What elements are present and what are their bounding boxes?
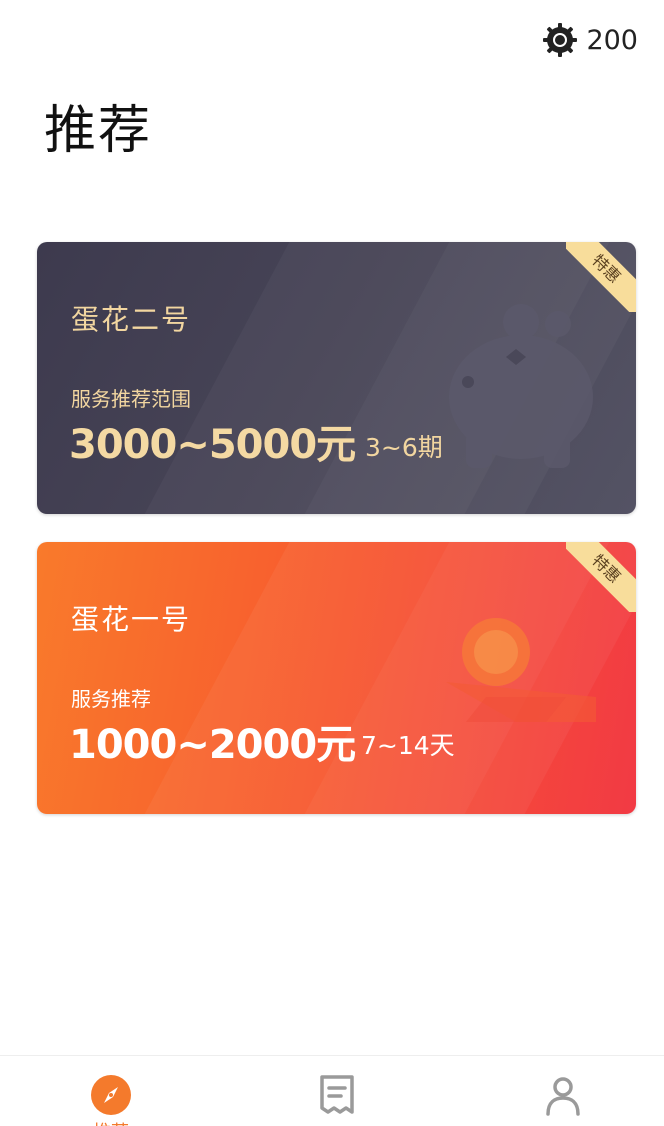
card-product-name: 蛋花二号 <box>71 303 192 336</box>
card-term: 3~6期 <box>365 433 443 462</box>
card-amount: 3000~5000元 <box>69 422 356 468</box>
card-subtitle: 服务推荐范围 <box>71 387 191 411</box>
discount-ribbon: 特惠 <box>566 542 636 612</box>
card-subtitle: 服务推荐 <box>71 687 151 711</box>
bottom-nav: 推荐 <box>0 1055 664 1126</box>
coin-count: 200 <box>586 24 638 56</box>
discount-badge: 特惠 <box>566 242 636 312</box>
user-icon <box>546 1077 580 1116</box>
card-product-name: 蛋花一号 <box>71 603 192 636</box>
product-card-1[interactable]: 特惠 蛋花二号 服务推荐范围 3000~5000元 3~6期 <box>37 242 636 514</box>
discount-ribbon: 特惠 <box>566 242 636 312</box>
compass-icon <box>91 1075 131 1115</box>
card-term: 7~14天 <box>361 731 455 760</box>
product-card-2[interactable]: 特惠 蛋花一号 服务推荐 1000~2000元 7~14天 <box>37 542 636 814</box>
gear-coin-icon <box>543 23 578 57</box>
coin-counter: 200 <box>542 18 638 62</box>
page-title: 推荐 <box>44 101 153 161</box>
receipt-icon <box>320 1075 354 1114</box>
card-amount: 1000~2000元 <box>69 722 356 768</box>
nav-item-recommend[interactable]: 推荐 <box>61 1074 161 1126</box>
nav-item-orders[interactable] <box>287 1074 387 1118</box>
discount-badge: 特惠 <box>566 542 636 612</box>
coin-stack-icon <box>446 618 596 722</box>
nav-item-mine[interactable] <box>513 1074 613 1118</box>
